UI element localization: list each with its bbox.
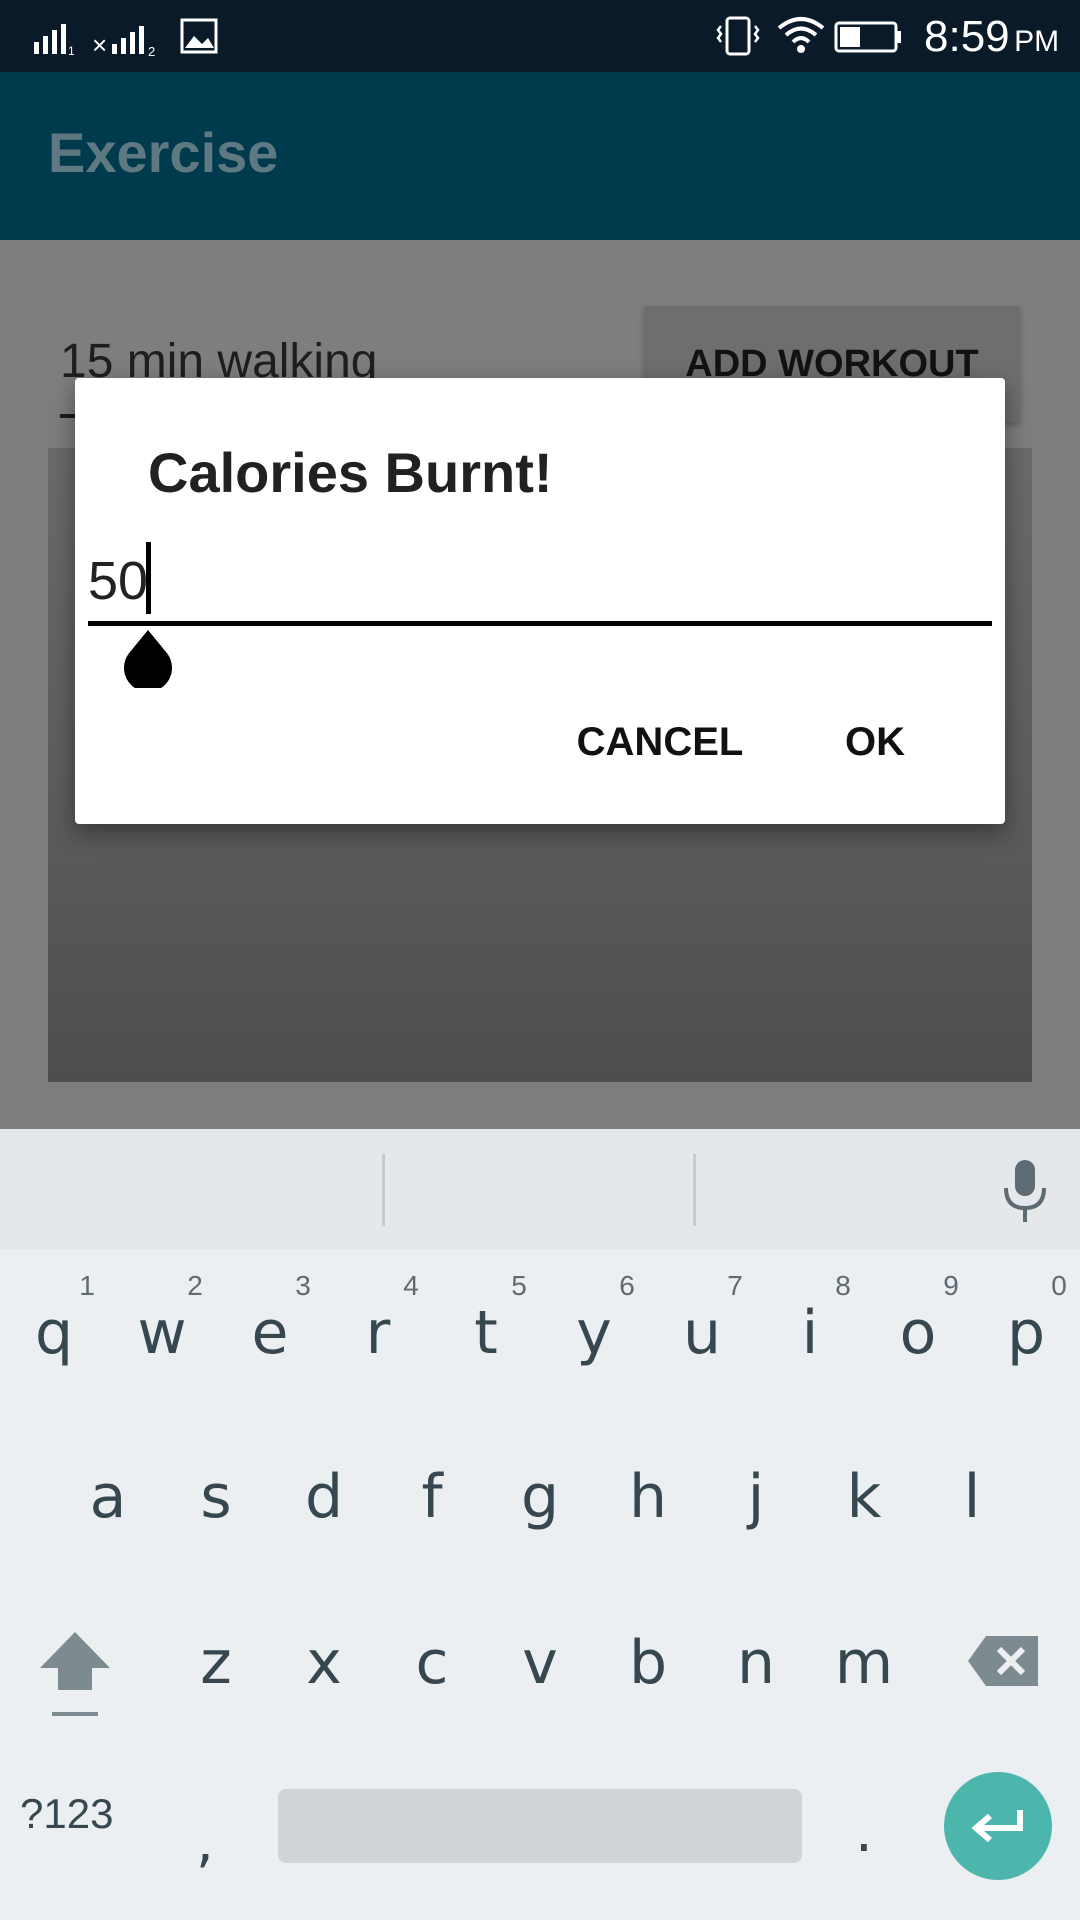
signal-2-no-data-icon: × 2	[92, 26, 155, 58]
key-label: r	[365, 1298, 391, 1368]
key-label: e	[251, 1298, 289, 1368]
enter-icon	[971, 1810, 1023, 1843]
key-f[interactable]: f	[378, 1422, 486, 1572]
key-label: q	[34, 1298, 74, 1368]
suggestion-bar	[0, 1129, 1080, 1249]
suggestion-divider	[382, 1154, 385, 1226]
clock-time: 8:59	[924, 12, 1010, 61]
app-title: Exercise	[48, 121, 279, 184]
key-hint: 4	[403, 1270, 419, 1301]
key-hint: 0	[1051, 1270, 1067, 1301]
key-hint: 3	[295, 1270, 311, 1301]
key-label: o	[899, 1298, 937, 1368]
key-label: p	[1006, 1298, 1046, 1368]
key-hint: 5	[511, 1270, 527, 1301]
space-bar[interactable]	[278, 1789, 802, 1863]
key-hint: 8	[835, 1270, 851, 1301]
key-z[interactable]: z	[162, 1588, 270, 1738]
enter-button[interactable]	[944, 1772, 1052, 1880]
key-l[interactable]: l	[918, 1422, 1026, 1572]
cursor-handle-icon[interactable]	[118, 628, 178, 688]
key-d[interactable]: d	[270, 1422, 378, 1572]
calories-input[interactable]: 50	[88, 550, 148, 612]
shift-icon[interactable]	[36, 1628, 114, 1722]
key-hint: 6	[619, 1270, 635, 1301]
cancel-button[interactable]: CANCEL	[570, 712, 750, 772]
key-h[interactable]: h	[594, 1422, 702, 1572]
battery-icon	[834, 21, 901, 53]
key-n[interactable]: n	[702, 1588, 810, 1738]
clock-ampm: PM	[1014, 25, 1060, 58]
suggestion-divider	[693, 1154, 696, 1226]
ok-button[interactable]: OK	[820, 712, 930, 772]
key-symbols[interactable]: ?123	[20, 1790, 113, 1838]
key-c[interactable]: c	[378, 1588, 486, 1738]
key-s[interactable]: s	[162, 1422, 270, 1572]
key-hint: 7	[727, 1270, 743, 1301]
key-m[interactable]: m	[810, 1588, 918, 1738]
clock: 8:59 PM	[924, 12, 1059, 62]
key-j[interactable]: j	[702, 1422, 810, 1572]
vibrate-icon	[716, 16, 760, 56]
dialog-title: Calories Burnt!	[148, 441, 553, 504]
status-bar: 1 × 2 8:59 PM	[0, 0, 1080, 72]
key-label: w	[137, 1298, 187, 1368]
svg-text:1: 1	[68, 44, 74, 56]
wifi-icon	[777, 17, 825, 53]
svg-text:2: 2	[148, 44, 155, 58]
key-label: i	[801, 1298, 819, 1368]
key-comma[interactable]: ,	[196, 1810, 214, 1875]
text-cursor	[146, 542, 151, 614]
mic-icon[interactable]	[998, 1158, 1052, 1228]
key-hint: 9	[943, 1270, 959, 1301]
signal-1-icon: 1	[34, 24, 74, 56]
key-v[interactable]: v	[486, 1588, 594, 1738]
key-period[interactable]: .	[855, 1800, 873, 1865]
key-b[interactable]: b	[594, 1588, 702, 1738]
key-label: u	[682, 1298, 722, 1368]
image-notification-icon	[180, 18, 218, 54]
key-g[interactable]: g	[486, 1422, 594, 1572]
svg-text:×: ×	[92, 30, 107, 58]
key-hint: 2	[187, 1270, 203, 1301]
calories-input-underline	[88, 621, 992, 626]
key-k[interactable]: k	[810, 1422, 918, 1572]
key-a[interactable]: a	[54, 1422, 162, 1572]
backspace-icon[interactable]	[966, 1634, 1042, 1688]
key-label: t	[474, 1298, 498, 1368]
key-hint: 1	[79, 1270, 95, 1301]
key-label: y	[576, 1298, 612, 1368]
key-x[interactable]: x	[270, 1588, 378, 1738]
